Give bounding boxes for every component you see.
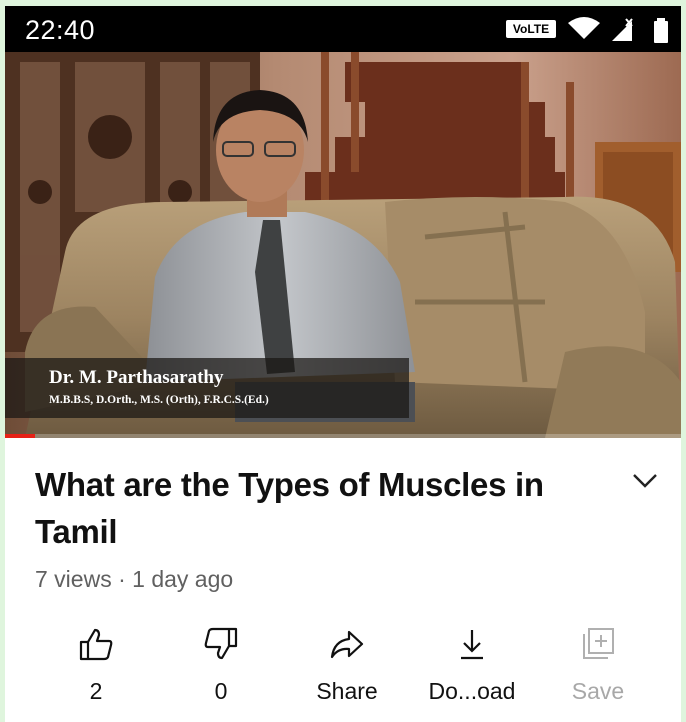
action-bar: 2 0 Share Do...oad Save [5, 618, 681, 722]
chevron-down-icon[interactable] [631, 472, 659, 495]
share-icon [330, 630, 364, 659]
like-button[interactable]: 2 [41, 618, 151, 718]
save-playlist-icon [583, 628, 614, 659]
download-button[interactable]: Do...oad [417, 618, 527, 718]
save-label: Save [571, 678, 625, 704]
volte-badge: VoLTE [506, 20, 556, 38]
thumbs-up-icon [79, 628, 113, 661]
video-meta: 7 views · 1 day ago [35, 566, 234, 592]
download-label: Do...oad [428, 678, 516, 704]
name-caption: Dr. M. Parthasarathy M.B.B.S, D.Orth., M… [5, 358, 409, 418]
thumbs-down-icon [204, 627, 238, 660]
cell-signal-icon [608, 17, 642, 48]
status-clock: 22:40 [25, 15, 96, 45]
save-button[interactable]: Save [543, 618, 653, 718]
share-button[interactable]: Share [292, 618, 402, 718]
speaker-qualifications: M.B.B.S, D.Orth., M.S. (Orth), F.R.C.S.(… [49, 394, 269, 406]
speaker-name: Dr. M. Parthasarathy [49, 367, 224, 388]
battery-icon [653, 18, 669, 49]
share-label: Share [316, 678, 378, 704]
wifi-icon [567, 16, 601, 45]
video-title: What are the Types of Muscles in Tamil [35, 466, 544, 550]
dislike-button[interactable]: 0 [166, 618, 276, 718]
status-bar: 22:40 VoLTE [5, 6, 681, 52]
like-count: 2 [89, 678, 103, 704]
app-frame: 22:40 VoLTE Dr. M. Parthasarathy M.B.B.S… [5, 6, 681, 722]
download-icon [461, 630, 483, 660]
video-player[interactable]: Dr. M. Parthasarathy M.B.B.S, D.Orth., M… [5, 52, 681, 438]
dislike-count: 0 [214, 678, 228, 704]
video-progress-fill [5, 434, 36, 438]
video-progress-bar[interactable] [5, 434, 681, 438]
